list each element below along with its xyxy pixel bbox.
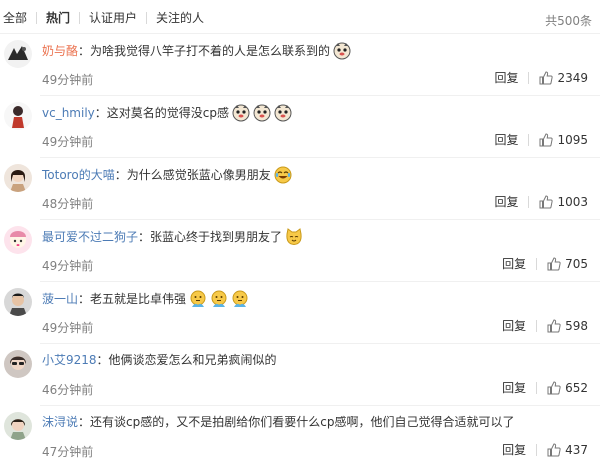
like-button[interactable]: 705 xyxy=(547,257,588,271)
filter-tabs: 全部 热门 认证用户 关注的人 xyxy=(3,11,204,25)
avatar[interactable] xyxy=(4,164,32,192)
tab-hot[interactable]: 热门 xyxy=(46,11,70,25)
thumbs-up-icon xyxy=(539,194,554,208)
reply-button[interactable]: 回复 xyxy=(502,255,526,272)
action-divider xyxy=(536,381,538,394)
comment-item: 小艾9218 ：他俩谈恋爱怎么和兄弟疯闹似的 46分钟前 回复 652 xyxy=(0,344,600,406)
doge-icon xyxy=(232,104,250,122)
comment-text: ：张蓝心终于找到男朋友了 xyxy=(138,230,283,244)
reply-button[interactable]: 回复 xyxy=(502,379,526,396)
comment-author[interactable]: 沫浔说 xyxy=(42,414,78,430)
comment-total-count: 共500条 xyxy=(545,14,592,28)
action-divider xyxy=(528,71,530,84)
tab-following[interactable]: 关注的人 xyxy=(156,11,204,25)
cat-icon xyxy=(285,228,303,246)
comment-text: ：为啥我觉得八竿子打不着的人是怎么联系到的 xyxy=(78,44,331,58)
comment-time: 49分钟前 xyxy=(42,73,94,87)
thumbs-up-icon xyxy=(547,256,561,270)
like-count: 437 xyxy=(565,442,588,457)
like-button[interactable]: 437 xyxy=(547,443,588,457)
comment-text: ：为什么感觉张蓝心像男朋友 xyxy=(114,168,271,182)
comment-item: 菠一山 ：老五就是比卓伟强 49分钟前 回复 598 xyxy=(0,282,600,344)
thinking-icon xyxy=(189,290,207,308)
thinking-icon xyxy=(231,290,249,308)
comment-filter-bar: 全部 热门 认证用户 关注的人 共500条 xyxy=(0,0,600,34)
comment-time: 46分钟前 xyxy=(42,383,94,397)
comment-list: 奶与酪 ：为啥我觉得八竿子打不着的人是怎么联系到的 49分钟前 回复 2349 … xyxy=(0,34,600,468)
comment-text: ：还有谈cp感的，又不是拍剧给你们看要什么cp感啊，他们自己觉得合适就可以了 xyxy=(78,415,515,429)
thinking-icon xyxy=(210,290,228,308)
comment-time: 49分钟前 xyxy=(42,259,94,273)
comment-item: 奶与酪 ：为啥我觉得八竿子打不着的人是怎么联系到的 49分钟前 回复 2349 xyxy=(0,34,600,96)
reply-button[interactable]: 回复 xyxy=(502,317,526,334)
action-divider xyxy=(536,319,538,332)
comment-time: 49分钟前 xyxy=(42,321,94,335)
reply-button[interactable]: 回复 xyxy=(502,441,526,458)
like-count: 2349 xyxy=(557,70,588,85)
reply-button[interactable]: 回复 xyxy=(494,131,518,148)
tab-divider xyxy=(146,12,148,24)
tab-all[interactable]: 全部 xyxy=(3,11,27,25)
tab-divider xyxy=(36,12,38,24)
thumbs-up-icon xyxy=(547,318,561,332)
like-count: 598 xyxy=(565,318,588,333)
comment-author[interactable]: 小艾9218 xyxy=(42,352,97,368)
comment-time: 47分钟前 xyxy=(42,445,94,459)
thumbs-up-icon xyxy=(547,380,561,394)
tab-divider xyxy=(79,12,81,24)
like-count: 652 xyxy=(565,380,588,395)
comment-item: Totoro的大喵 ：为什么感觉张蓝心像男朋友 48分钟前 回复 1003 xyxy=(0,158,600,220)
comment-author[interactable]: 奶与酪 xyxy=(42,43,78,59)
comment-author[interactable]: 菠一山 xyxy=(42,291,78,307)
action-divider xyxy=(536,443,538,456)
avatar[interactable] xyxy=(4,350,32,378)
action-divider xyxy=(528,133,530,146)
thumbs-up-icon xyxy=(539,70,554,84)
comment-time: 49分钟前 xyxy=(42,135,94,149)
reply-button[interactable]: 回复 xyxy=(494,193,518,210)
like-count: 705 xyxy=(565,256,588,271)
comment-text: ：他俩谈恋爱怎么和兄弟疯闹似的 xyxy=(96,353,277,367)
like-count: 1003 xyxy=(557,194,588,209)
comment-item: vc_hmily ：这对莫名的觉得没cp感 49分钟前 回复 1095 xyxy=(0,96,600,158)
like-button[interactable]: 1003 xyxy=(539,195,588,209)
like-button[interactable]: 598 xyxy=(547,319,588,333)
tab-verified-users[interactable]: 认证用户 xyxy=(89,11,137,25)
like-count: 1095 xyxy=(557,132,588,147)
comment-text: ：这对莫名的觉得没cp感 xyxy=(94,106,229,120)
avatar[interactable] xyxy=(4,412,32,440)
comment-item: 沫浔说 ：还有谈cp感的，又不是拍剧给你们看要什么cp感啊，他们自己觉得合适就可… xyxy=(0,406,600,468)
comment-author[interactable]: vc_hmily xyxy=(42,105,95,121)
like-button[interactable]: 2349 xyxy=(539,71,588,85)
comment-item: 最可爱不过二狗子 ：张蓝心终于找到男朋友了 49分钟前 回复 705 xyxy=(0,220,600,282)
action-divider xyxy=(528,195,530,208)
thumbs-up-icon xyxy=(539,132,554,146)
doge-icon xyxy=(253,104,271,122)
comment-time: 48分钟前 xyxy=(42,197,94,211)
comment-author[interactable]: 最可爱不过二狗子 xyxy=(42,229,138,245)
doge-icon xyxy=(333,42,351,60)
comment-author[interactable]: Totoro的大喵 xyxy=(42,167,115,183)
action-divider xyxy=(536,257,538,270)
avatar[interactable] xyxy=(4,40,32,68)
thumbs-up-icon xyxy=(547,442,561,456)
laugh-cry-icon xyxy=(274,166,292,184)
like-button[interactable]: 652 xyxy=(547,381,588,395)
avatar[interactable] xyxy=(4,288,32,316)
avatar[interactable] xyxy=(4,226,32,254)
doge-icon xyxy=(274,104,292,122)
like-button[interactable]: 1095 xyxy=(539,133,588,147)
comment-text: ：老五就是比卓伟强 xyxy=(78,292,187,306)
reply-button[interactable]: 回复 xyxy=(494,69,518,86)
avatar[interactable] xyxy=(4,102,32,130)
